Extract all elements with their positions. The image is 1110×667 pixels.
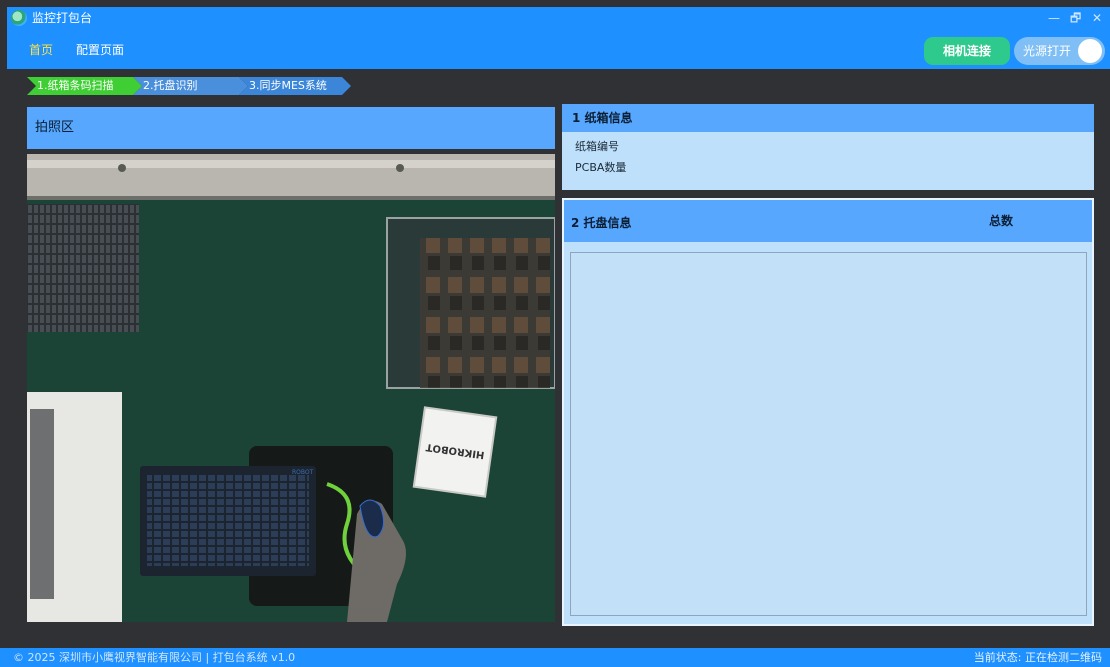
carton-info-title: 1 纸箱信息 bbox=[572, 111, 633, 125]
tray-list[interactable] bbox=[570, 252, 1087, 616]
toggle-knob bbox=[1078, 39, 1102, 63]
keyboard-brand-text: ROBOT bbox=[292, 469, 314, 476]
capture-panel-header: 拍照区 bbox=[27, 107, 555, 149]
carton-number-label: 纸箱编号 bbox=[575, 140, 619, 153]
copyright-text: © 2025 深圳市小鹰视界智能有限公司 | 打包台系统 v1.0 bbox=[13, 651, 296, 664]
app-title: 监控打包台 bbox=[32, 11, 93, 25]
capture-panel-title: 拍照区 bbox=[35, 120, 75, 135]
camera-image: HIKROBOT ROBOT bbox=[27, 154, 555, 622]
camera-connect-button[interactable]: 相机连接 bbox=[924, 37, 1010, 65]
carton-info-body: 纸箱编号 PCBA数量 bbox=[562, 132, 1094, 190]
step-tray-recognition: 2.托盘识别 bbox=[133, 77, 248, 95]
status-bar: © 2025 深圳市小鹰视界智能有限公司 | 打包台系统 v1.0 当前状态: … bbox=[0, 648, 1110, 667]
tray-info-panel: 2 托盘信息 总数 bbox=[562, 198, 1094, 626]
pcba-quantity-label: PCBA数量 bbox=[575, 161, 627, 174]
nav-home[interactable]: 首页 bbox=[29, 42, 53, 58]
tray-info-header: 2 托盘信息 总数 bbox=[564, 200, 1092, 242]
title-bar: 监控打包台 — 🗗 ✕ 首页 配置页面 相机连接 光源打开 bbox=[7, 7, 1110, 69]
camera-frame: HIKROBOT ROBOT bbox=[27, 154, 555, 622]
light-source-toggle[interactable]: 光源打开 bbox=[1014, 37, 1105, 65]
nav-config[interactable]: 配置页面 bbox=[76, 42, 124, 58]
restore-icon[interactable]: 🗗 bbox=[1070, 11, 1081, 25]
app-logo-icon bbox=[11, 10, 27, 26]
tray-info-title: 2 托盘信息 bbox=[571, 216, 632, 230]
close-icon[interactable]: ✕ bbox=[1092, 11, 1102, 25]
minimize-icon[interactable]: — bbox=[1048, 11, 1060, 25]
carton-info-header: 1 纸箱信息 bbox=[562, 104, 1094, 132]
light-source-label: 光源打开 bbox=[1023, 44, 1072, 58]
step-sync-mes: 3.同步MES系统 bbox=[239, 77, 351, 95]
step-carton-scan: 1.纸箱条码扫描 bbox=[27, 77, 142, 95]
tray-total-label: 总数 bbox=[989, 214, 1014, 228]
status-text: 当前状态: 正在检测二维码 bbox=[973, 651, 1102, 664]
